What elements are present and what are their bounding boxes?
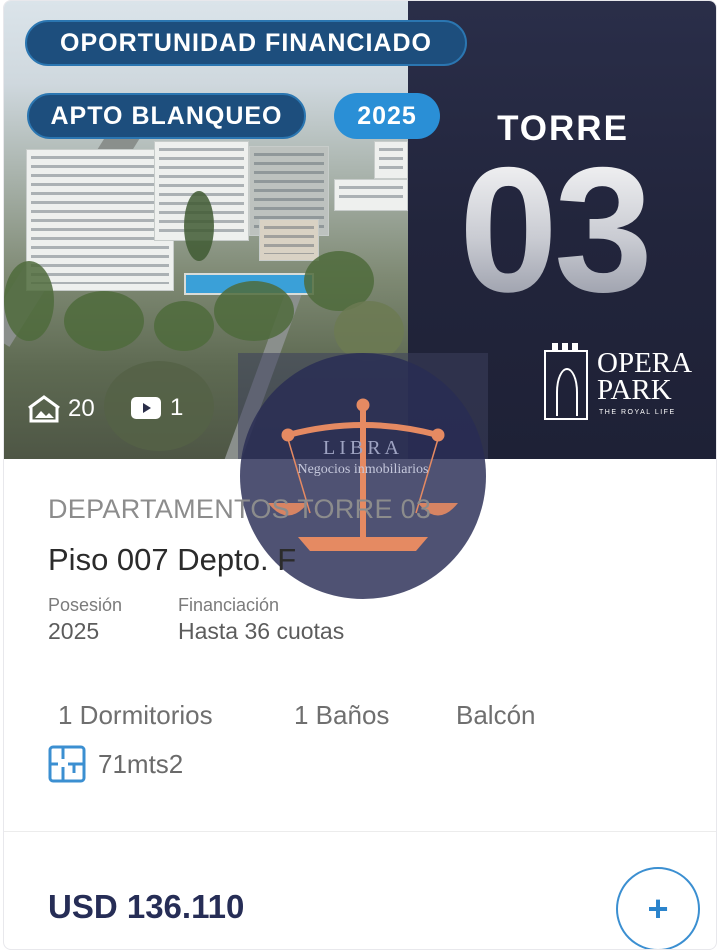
video-count-value: 1 [170, 394, 184, 421]
badge-oportunidad-financiado: OPORTUNIDAD FINANCIADO [25, 20, 467, 66]
financing-value: Hasta 36 cuotas [178, 618, 345, 644]
bathrooms-feature: 1 Baños [294, 700, 390, 730]
listing-category: DEPARTAMENTOS TORRE 03 [48, 494, 432, 524]
balcony-feature: Balcón [456, 700, 536, 730]
tower-number: 03 [459, 130, 653, 329]
possession-label: Posesión [48, 595, 123, 615]
photo-count-value: 20 [68, 395, 95, 422]
financing-label: Financiación [178, 595, 280, 615]
floor-plan-icon [48, 745, 86, 783]
bedrooms-feature: 1 Dormitorios [58, 700, 213, 730]
brand-tagline: THE ROYAL LIFE [599, 409, 676, 416]
video-count[interactable]: 1 [130, 394, 183, 422]
watermark-name: LIBRA [323, 437, 403, 459]
divider [4, 831, 716, 832]
area-feature: 71mts2 [48, 745, 183, 783]
price: USD 136.110 [48, 888, 245, 925]
video-icon [131, 397, 161, 419]
castle-tower-icon [544, 343, 588, 420]
listing-card[interactable]: TORRE 03 OPERA PARK THE ROYAL LIFE OPORT… [3, 0, 717, 950]
listing-title[interactable]: Piso 007 Depto. F [48, 542, 296, 578]
photo-count[interactable]: 20 [28, 394, 95, 424]
badge-apto-blanqueo: APTO BLANQUEO [27, 93, 306, 139]
area-value: 71mts2 [98, 748, 184, 779]
possession-value: 2025 [48, 618, 100, 644]
photos-icon [28, 395, 60, 423]
badge-year: 2025 [334, 93, 440, 139]
watermark-subtitle: Negocios inmobiliarios [297, 462, 429, 477]
brand-line2: PARK [597, 374, 672, 406]
add-button[interactable]: + [616, 867, 700, 949]
